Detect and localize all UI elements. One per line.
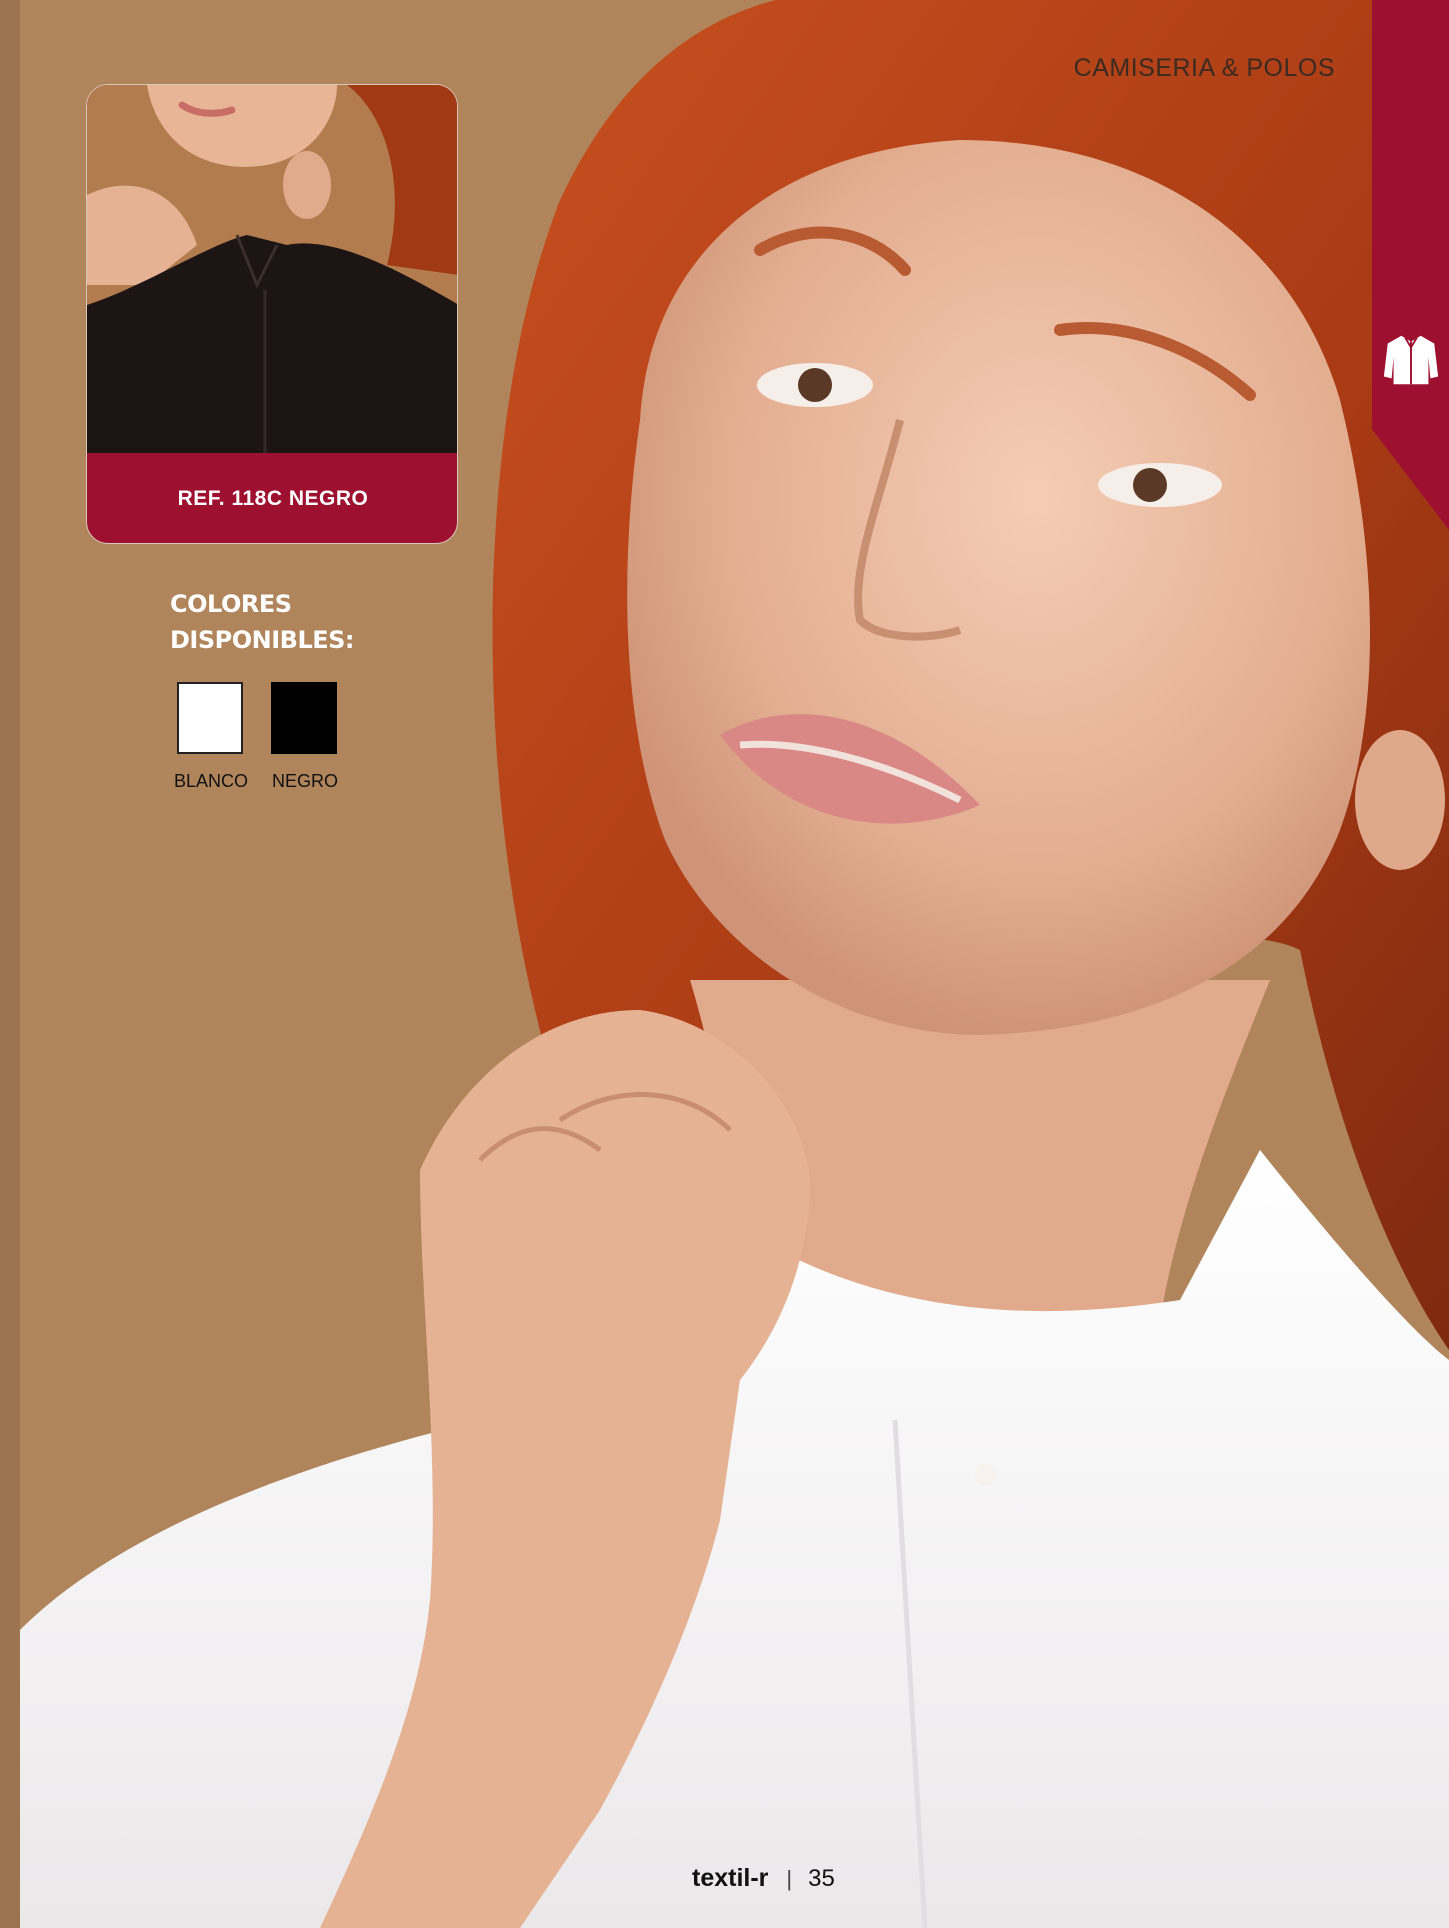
- brand-name: textil-r: [692, 1864, 769, 1892]
- color-swatch-white[interactable]: [177, 682, 243, 754]
- color-swatch-black[interactable]: [271, 682, 337, 754]
- colors-heading: COLORES DISPONIBLES:: [170, 586, 355, 658]
- product-card[interactable]: REF. 118C NEGRO: [86, 84, 458, 544]
- page-footer: textil-r | 35: [692, 1864, 835, 1893]
- page-number: 35: [808, 1864, 835, 1892]
- footer-separator: |: [786, 1865, 793, 1891]
- section-title: CAMISERIA & POLOS: [1073, 54, 1335, 82]
- product-reference: REF. 118C NEGRO: [177, 487, 369, 510]
- colors-heading-line2: DISPONIBLES:: [170, 626, 355, 654]
- product-thumbnail: [87, 85, 457, 453]
- catalog-page: CAMISERIA & POLOS REF. 118C NEGRO COLORE…: [0, 0, 1449, 1928]
- shirt-icon: [1383, 335, 1439, 385]
- color-label-black: NEGRO: [272, 771, 339, 791]
- colors-heading-line1: COLORES: [170, 590, 292, 618]
- color-label-white: BLANCO: [174, 771, 249, 791]
